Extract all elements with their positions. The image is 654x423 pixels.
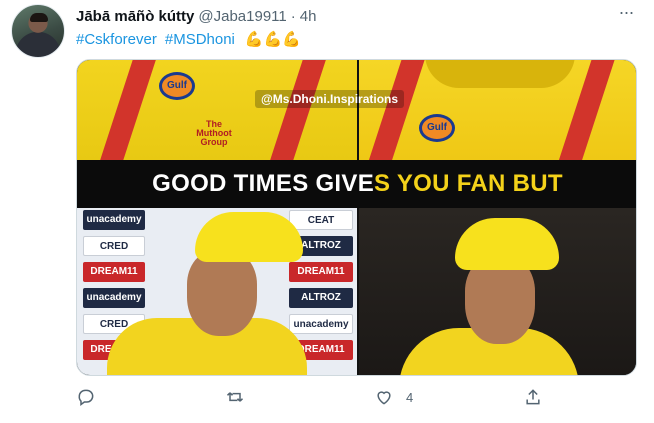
image-panel-bottom-left: unacademy CRED DREAM11 unacademy CRED DR… (77, 208, 357, 375)
jersey-stripe (367, 60, 433, 160)
reply-button[interactable] (76, 385, 108, 409)
like-button[interactable]: 4 (374, 385, 413, 409)
tweet-header: Jābā māñò kútty @Jaba19911 · 4h (76, 6, 316, 26)
tweet-text: #Cskforever #MSDhoni 💪💪💪 (76, 28, 301, 50)
jersey-stripe (95, 60, 161, 160)
avatar[interactable] (11, 4, 65, 58)
tweet-image[interactable]: Gulf The Muthoot Group Gulf @Ms.Dhoni.In… (76, 59, 637, 376)
sponsor-logo: CRED (83, 236, 145, 256)
image-panel-top-right: Gulf (359, 60, 636, 160)
meme-caption: GOOD TIMES GIVE S YOU FAN BUT (77, 160, 636, 208)
heart-icon (377, 391, 391, 405)
gulf-logo: Gulf (159, 72, 195, 100)
sponsor-logo: DREAM11 (83, 262, 145, 282)
tweet-actions: 4 (76, 385, 596, 409)
separator-dot: · (290, 7, 296, 25)
image-panel-bottom-right (359, 208, 636, 375)
gulf-logo: Gulf (419, 114, 455, 142)
player-cap (455, 218, 559, 270)
player-face (187, 250, 257, 336)
sponsor-logo: unacademy (83, 288, 145, 308)
tweet-card[interactable]: Jābā māñò kútty @Jaba19911 · 4h ··· #Csk… (0, 0, 654, 423)
sponsor-logo: unacademy (83, 210, 145, 230)
share-icon (526, 389, 540, 405)
user-handle[interactable]: @Jaba19911 (198, 8, 286, 25)
more-options-icon[interactable]: ··· (614, 3, 638, 24)
sponsor-logo: unacademy (289, 314, 353, 334)
retweet-button[interactable] (225, 385, 257, 409)
avatar-hair (30, 13, 48, 22)
player-cap (195, 212, 303, 262)
hashtag-link[interactable]: #Cskforever (76, 31, 157, 48)
jersey-stripe (265, 60, 331, 160)
caption-white-text: GOOD TIMES GIVE (152, 170, 375, 197)
retweet-icon (226, 392, 244, 402)
share-button[interactable] (523, 385, 555, 409)
image-watermark: @Ms.Dhoni.Inspirations (255, 90, 405, 108)
flexed-biceps-emoji: 💪💪💪 (244, 31, 301, 48)
timestamp[interactable]: 4h (300, 8, 317, 25)
like-count: 4 (406, 389, 414, 405)
sponsor-logo: DREAM11 (289, 262, 353, 282)
hashtag-link[interactable]: #MSDhoni (165, 31, 235, 48)
image-panel-top-left: Gulf The Muthoot Group (77, 60, 357, 160)
jersey-collar (425, 60, 575, 88)
muthoot-logo: The Muthoot Group (196, 119, 232, 147)
caption-yellow-text: S YOU FAN BUT (374, 170, 563, 197)
reply-icon (78, 389, 94, 406)
sponsor-logo: ALTROZ (289, 288, 353, 308)
display-name[interactable]: Jābā māñò kútty (76, 8, 194, 25)
sponsor-logo: CEAT (289, 210, 353, 230)
